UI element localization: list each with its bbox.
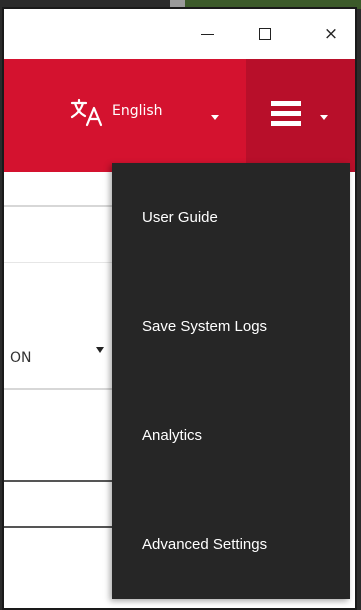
menu-item-analytics[interactable]: Analytics [112, 381, 350, 490]
close-icon: × [323, 23, 339, 44]
hamburger-menu-icon [271, 101, 301, 106]
maximize-icon [259, 28, 271, 40]
menu-item-advanced-settings[interactable]: Advanced Settings [112, 490, 350, 599]
menu-item-user-guide[interactable]: User Guide [112, 163, 350, 272]
translate-icon [70, 98, 103, 127]
maximize-button[interactable] [242, 9, 288, 59]
title-bar: × [4, 9, 355, 59]
minimize-button[interactable] [184, 9, 230, 59]
chevron-down-icon [211, 115, 219, 120]
main-menu-button[interactable] [246, 59, 355, 172]
language-label: English [112, 103, 163, 119]
hamburger-menu-icon [271, 121, 301, 126]
minimize-icon [200, 33, 214, 35]
menu-item-save-system-logs[interactable]: Save System Logs [112, 272, 350, 381]
chevron-down-icon [96, 347, 104, 353]
hamburger-menu-icon [271, 111, 301, 116]
chevron-down-icon [320, 115, 328, 120]
app-header: English [4, 59, 355, 172]
close-button[interactable]: × [308, 9, 354, 59]
select-value: ON [10, 350, 32, 366]
main-menu-dropdown: User Guide Save System Logs Analytics Ad… [112, 163, 350, 599]
